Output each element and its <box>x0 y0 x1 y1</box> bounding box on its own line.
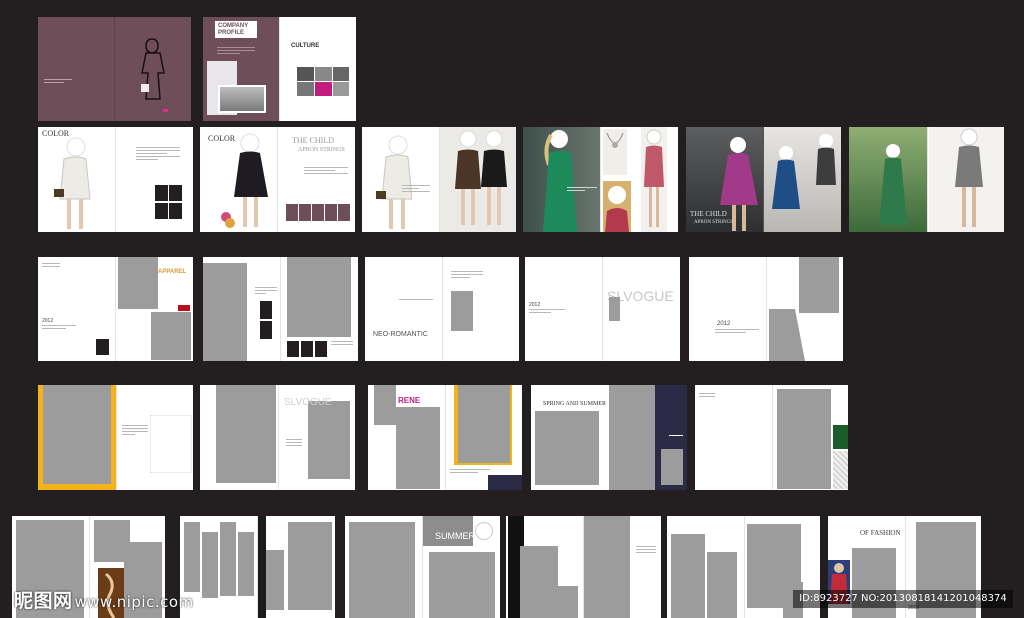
apparel-text-lines <box>42 325 76 331</box>
green-dress-photo <box>523 127 600 232</box>
apparel-left-lines <box>42 263 60 269</box>
spread-forest <box>849 127 1004 232</box>
company-profile-title: COMPANY PROFILE <box>215 21 257 39</box>
cover-text-lines <box>44 79 72 85</box>
green-strip-lines <box>699 393 715 399</box>
rene-navy-bar <box>488 475 522 490</box>
cover-logo-mark <box>141 84 149 92</box>
spread-cover <box>38 17 191 121</box>
the-child-title-1: THE CHILD <box>292 136 334 145</box>
spread-duo-models <box>362 127 516 232</box>
green-strip <box>833 425 848 449</box>
blonde-portrait <box>603 181 631 232</box>
year-2012-b: 2012 <box>529 302 541 308</box>
slvogue-title-2: SLVOGUE <box>284 397 332 408</box>
color-1-text-lines <box>136 147 180 162</box>
floral-model-photo <box>641 127 667 232</box>
spread-spring-summer: SPRING AND SUMMER <box>531 385 687 490</box>
apparel-title: APPAREL <box>158 269 187 275</box>
color-2-text-lines <box>304 167 348 176</box>
culture-title: CULTURE <box>291 43 320 49</box>
spread-yellow-frame <box>38 385 193 490</box>
spread-angled: 2012 <box>689 257 843 361</box>
neo-top-lines <box>399 299 433 302</box>
rene-title: RENE <box>398 396 421 405</box>
decor-sketch <box>150 415 192 473</box>
watermark-site-name: 昵图网 <box>14 590 73 612</box>
spread-grid-b <box>203 257 358 361</box>
vertical-lines <box>286 439 302 448</box>
spread-neo-romantic: NEO-ROMANTIC <box>365 257 519 361</box>
mauve-swatches <box>286 204 350 221</box>
cover-pink-mark <box>163 109 168 112</box>
watermark-url: www.nipic.com <box>74 593 194 611</box>
model-white-dress-1 <box>50 135 94 231</box>
year-2012-d: 2012 <box>717 321 731 327</box>
angled-placeholder <box>769 309 805 361</box>
spread-apparel: 2012 APPAREL <box>38 257 193 361</box>
image-id-caption: ID:8923727 NO:20130818141201048374 <box>793 590 1013 608</box>
model-black-dress <box>218 131 270 231</box>
yellow-right-lines <box>122 425 148 437</box>
red-badge <box>178 305 190 311</box>
angled-lines <box>715 329 759 335</box>
black-column <box>258 516 266 618</box>
site-watermark: 昵图网 www.nipic.com <box>14 586 194 613</box>
profile-text-lines <box>217 47 255 56</box>
grid-b-right-lines <box>331 341 353 347</box>
green-pattern <box>833 451 848 489</box>
of-fashion-title: OF FASHION <box>860 529 901 537</box>
apron-strings-2: APRON STRINGS <box>694 220 734 225</box>
green-text-lines <box>567 187 597 193</box>
spread-black-text <box>506 516 661 618</box>
summer-circles <box>475 522 493 540</box>
spread-rene: RENE <box>368 385 522 490</box>
spring-summer-title: SPRING AND SUMMER <box>543 401 607 407</box>
model-white-dress-2 <box>368 131 413 231</box>
grey-dress-photo <box>929 127 1004 232</box>
spread-color-2: COLOR THE CHILD APRON STRINGS <box>200 127 355 232</box>
summer-title: SUMMER <box>435 531 475 541</box>
spread-company-profile: COMPANY PROFILE CULTURE <box>203 17 356 121</box>
spread-columns <box>180 516 335 618</box>
spread-vertical-text: SLVOGUE <box>200 385 355 490</box>
neo-right-lines <box>451 271 483 280</box>
rene-lines <box>450 469 490 475</box>
spread-green-strip <box>695 385 848 490</box>
duo-photo <box>440 127 516 232</box>
apron-strings-1: APRON STRINGS <box>298 147 345 153</box>
year-2012-a: 2012 <box>42 318 54 324</box>
black-text-lines <box>636 546 656 555</box>
navy-dots <box>669 435 683 441</box>
the-child-title-2: THE CHILD <box>690 210 727 218</box>
blue-skirt-photo <box>764 127 841 232</box>
necklace-photo <box>603 129 627 175</box>
neo-romantic-title: NEO-ROMANTIC <box>373 331 428 338</box>
grid-b-text-lines <box>255 287 277 296</box>
road-photo <box>218 85 266 113</box>
spread-summer: SUMMER <box>345 516 500 618</box>
slvogue-left-lines <box>529 309 565 315</box>
spread-green-dress <box>523 127 678 232</box>
spread-purple-blue: THE CHILD APRON STRINGS <box>686 127 841 232</box>
duo-left-text-lines <box>402 185 430 194</box>
spread-slvogue: 2012 SLVOGUE 2012 <box>525 257 680 361</box>
spread-color-1: COLOR <box>38 127 193 232</box>
forest-photo <box>849 127 927 232</box>
culture-photo-grid <box>297 67 349 97</box>
